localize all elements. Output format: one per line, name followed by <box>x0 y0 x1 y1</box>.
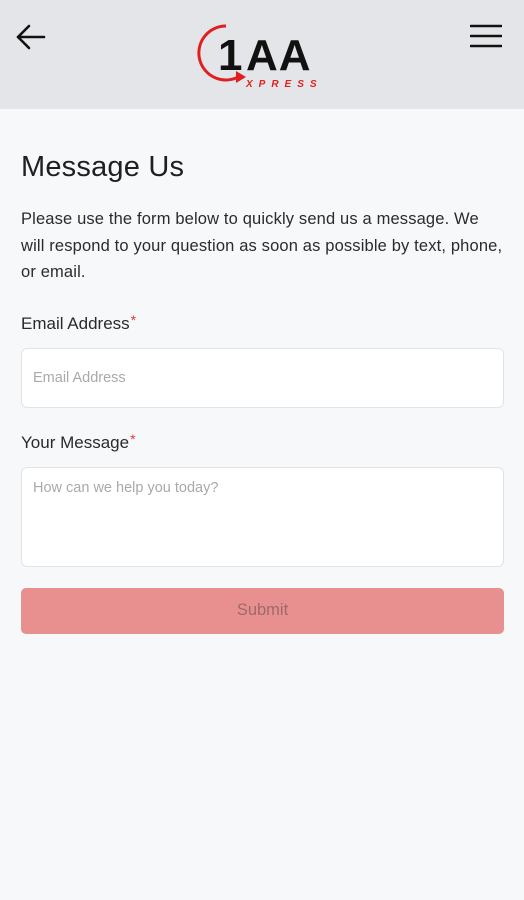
email-label: Email Address* <box>21 312 504 334</box>
svg-text:XPRESS: XPRESS <box>245 79 323 90</box>
app-header: 1 AA XPRESS <box>0 0 524 109</box>
message-field[interactable] <box>21 466 504 567</box>
back-button[interactable] <box>14 20 48 54</box>
arrow-left-icon <box>16 24 46 50</box>
menu-button[interactable] <box>469 22 503 50</box>
hamburger-menu-icon <box>469 24 503 48</box>
submit-label: Submit <box>236 601 289 619</box>
email-field[interactable] <box>21 347 504 408</box>
email-label-text: Email Address <box>21 313 130 333</box>
required-mark: * <box>130 311 137 328</box>
svg-text:AA: AA <box>246 31 312 80</box>
submit-button[interactable]: Submit <box>21 587 504 634</box>
message-label-text: Your Message <box>21 432 130 452</box>
message-form-section: Message Us Please use the form below to … <box>21 109 504 634</box>
required-mark: * <box>130 430 136 447</box>
brand-logo: 1 AA XPRESS <box>196 16 328 92</box>
intro-text: Please use the form below to quickly sen… <box>21 210 503 281</box>
svg-text:1: 1 <box>218 31 242 80</box>
message-label: Your Message* <box>21 431 504 453</box>
page-title: Message Us <box>21 151 185 183</box>
